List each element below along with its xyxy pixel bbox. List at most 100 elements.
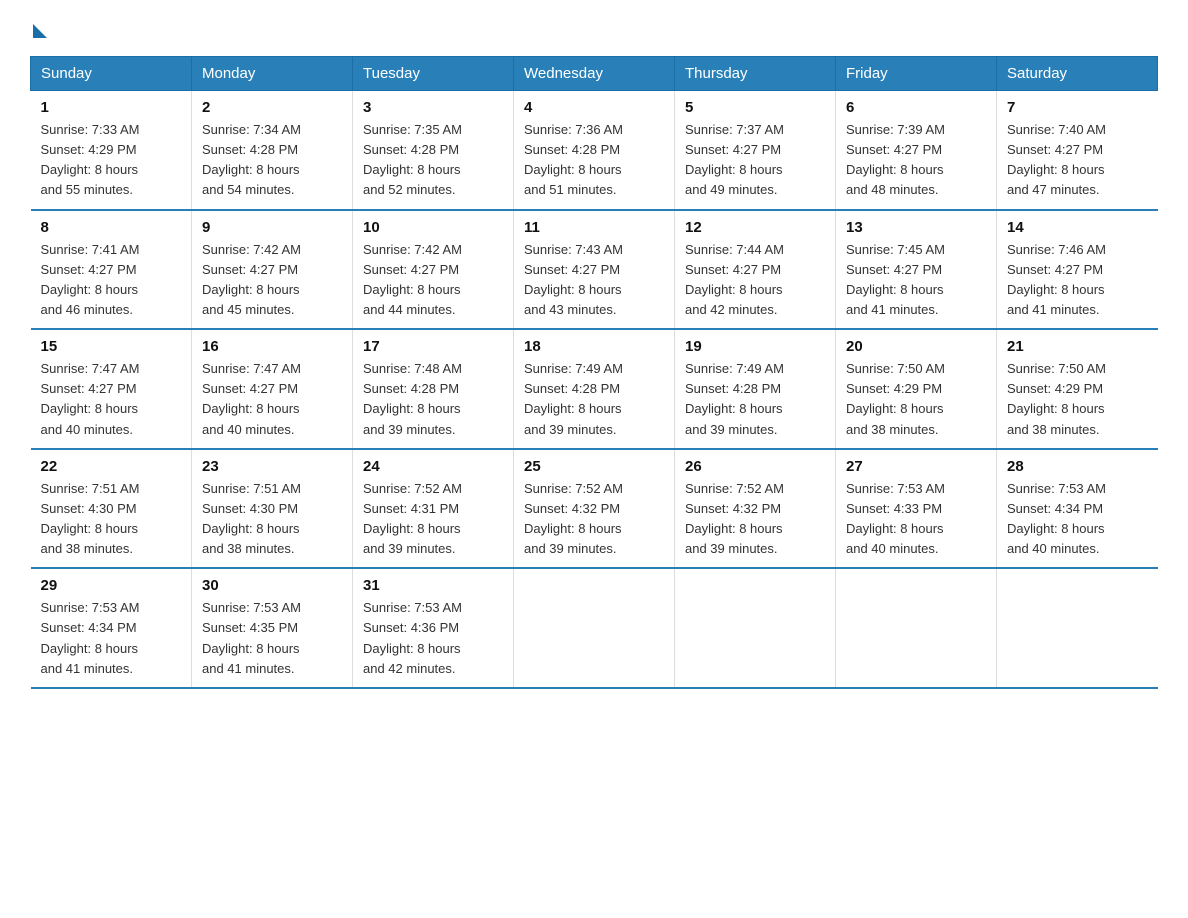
day-info: Sunrise: 7:42 AMSunset: 4:27 PMDaylight:… [202, 240, 342, 321]
calendar-cell: 9 Sunrise: 7:42 AMSunset: 4:27 PMDaylight… [192, 210, 353, 330]
calendar-cell: 18Sunrise: 7:49 AMSunset: 4:28 PMDayligh… [514, 329, 675, 449]
calendar-cell: 10Sunrise: 7:42 AMSunset: 4:27 PMDayligh… [353, 210, 514, 330]
calendar-cell: 11 Sunrise: 7:43 AMSunset: 4:27 PMDayligh… [514, 210, 675, 330]
calendar-cell: 5 Sunrise: 7:37 AMSunset: 4:27 PMDaylight… [675, 91, 836, 210]
day-info: Sunrise: 7:52 AMSunset: 4:32 PMDaylight:… [524, 479, 664, 560]
logo [30, 20, 47, 38]
day-number: 1 [41, 99, 182, 116]
calendar-cell: 12 Sunrise: 7:44 AMSunset: 4:27 PMDayligh… [675, 210, 836, 330]
day-number: 14 [1007, 219, 1148, 236]
calendar-cell: 2 Sunrise: 7:34 AMSunset: 4:28 PMDaylight… [192, 91, 353, 210]
day-number: 18 [524, 338, 664, 355]
day-number: 15 [41, 338, 182, 355]
weekday-row: SundayMondayTuesdayWednesdayThursdayFrid… [31, 57, 1158, 91]
day-info: Sunrise: 7:34 AMSunset: 4:28 PMDaylight:… [202, 120, 342, 201]
day-info: Sunrise: 7:35 AMSunset: 4:28 PMDaylight:… [363, 120, 503, 201]
calendar-cell: 14 Sunrise: 7:46 AMSunset: 4:27 PMDayligh… [997, 210, 1158, 330]
day-number: 24 [363, 458, 503, 475]
day-info: Sunrise: 7:53 AMSunset: 4:36 PMDaylight:… [363, 598, 503, 679]
calendar-cell: 3 Sunrise: 7:35 AMSunset: 4:28 PMDaylight… [353, 91, 514, 210]
calendar-cell: 7 Sunrise: 7:40 AMSunset: 4:27 PMDaylight… [997, 91, 1158, 210]
day-info: Sunrise: 7:49 AMSunset: 4:28 PMDaylight:… [685, 359, 825, 440]
day-number: 22 [41, 458, 182, 475]
day-info: Sunrise: 7:52 AMSunset: 4:31 PMDaylight:… [363, 479, 503, 560]
day-number: 7 [1007, 99, 1148, 116]
calendar-cell: 30 Sunrise: 7:53 AMSunset: 4:35 PMDayligh… [192, 568, 353, 688]
calendar-cell: 1 Sunrise: 7:33 AMSunset: 4:29 PMDaylight… [31, 91, 192, 210]
day-number: 13 [846, 219, 986, 236]
day-info: Sunrise: 7:48 AMSunset: 4:28 PMDaylight:… [363, 359, 503, 440]
calendar-cell: 25Sunrise: 7:52 AMSunset: 4:32 PMDayligh… [514, 449, 675, 569]
day-info: Sunrise: 7:45 AMSunset: 4:27 PMDaylight:… [846, 240, 986, 321]
weekday-header-monday: Monday [192, 57, 353, 91]
day-info: Sunrise: 7:41 AMSunset: 4:27 PMDaylight:… [41, 240, 182, 321]
calendar-cell [675, 568, 836, 688]
page-header [30, 20, 1158, 38]
calendar-week-row: 1 Sunrise: 7:33 AMSunset: 4:29 PMDaylight… [31, 91, 1158, 210]
day-info: Sunrise: 7:36 AMSunset: 4:28 PMDaylight:… [524, 120, 664, 201]
day-number: 3 [363, 99, 503, 116]
day-number: 9 [202, 219, 342, 236]
day-number: 31 [363, 577, 503, 594]
calendar-week-row: 29Sunrise: 7:53 AMSunset: 4:34 PMDayligh… [31, 568, 1158, 688]
calendar-cell: 26Sunrise: 7:52 AMSunset: 4:32 PMDayligh… [675, 449, 836, 569]
day-info: Sunrise: 7:39 AMSunset: 4:27 PMDaylight:… [846, 120, 986, 201]
calendar-week-row: 22 Sunrise: 7:51 AMSunset: 4:30 PMDayligh… [31, 449, 1158, 569]
weekday-header-friday: Friday [836, 57, 997, 91]
day-number: 16 [202, 338, 342, 355]
day-number: 17 [363, 338, 503, 355]
calendar-cell: 22 Sunrise: 7:51 AMSunset: 4:30 PMDayligh… [31, 449, 192, 569]
calendar-cell: 13 Sunrise: 7:45 AMSunset: 4:27 PMDayligh… [836, 210, 997, 330]
day-info: Sunrise: 7:47 AMSunset: 4:27 PMDaylight:… [41, 359, 182, 440]
calendar-table: SundayMondayTuesdayWednesdayThursdayFrid… [30, 56, 1158, 689]
day-number: 11 [524, 219, 664, 236]
calendar-header: SundayMondayTuesdayWednesdayThursdayFrid… [31, 57, 1158, 91]
weekday-header-thursday: Thursday [675, 57, 836, 91]
calendar-body: 1 Sunrise: 7:33 AMSunset: 4:29 PMDaylight… [31, 91, 1158, 688]
calendar-week-row: 8Sunrise: 7:41 AMSunset: 4:27 PMDaylight… [31, 210, 1158, 330]
weekday-header-tuesday: Tuesday [353, 57, 514, 91]
day-number: 23 [202, 458, 342, 475]
calendar-cell: 6 Sunrise: 7:39 AMSunset: 4:27 PMDaylight… [836, 91, 997, 210]
calendar-cell: 27 Sunrise: 7:53 AMSunset: 4:33 PMDayligh… [836, 449, 997, 569]
day-number: 30 [202, 577, 342, 594]
calendar-cell: 17 Sunrise: 7:48 AMSunset: 4:28 PMDayligh… [353, 329, 514, 449]
day-info: Sunrise: 7:37 AMSunset: 4:27 PMDaylight:… [685, 120, 825, 201]
calendar-cell: 8Sunrise: 7:41 AMSunset: 4:27 PMDaylight… [31, 210, 192, 330]
day-number: 4 [524, 99, 664, 116]
day-number: 6 [846, 99, 986, 116]
day-info: Sunrise: 7:46 AMSunset: 4:27 PMDaylight:… [1007, 240, 1148, 321]
calendar-cell: 31 Sunrise: 7:53 AMSunset: 4:36 PMDayligh… [353, 568, 514, 688]
calendar-cell [836, 568, 997, 688]
day-info: Sunrise: 7:53 AMSunset: 4:35 PMDaylight:… [202, 598, 342, 679]
calendar-cell [997, 568, 1158, 688]
day-info: Sunrise: 7:53 AMSunset: 4:34 PMDaylight:… [1007, 479, 1148, 560]
day-info: Sunrise: 7:51 AMSunset: 4:30 PMDaylight:… [202, 479, 342, 560]
day-number: 5 [685, 99, 825, 116]
logo-arrow-icon [33, 24, 47, 38]
day-info: Sunrise: 7:53 AMSunset: 4:33 PMDaylight:… [846, 479, 986, 560]
day-number: 10 [363, 219, 503, 236]
day-info: Sunrise: 7:44 AMSunset: 4:27 PMDaylight:… [685, 240, 825, 321]
calendar-cell: 29Sunrise: 7:53 AMSunset: 4:34 PMDayligh… [31, 568, 192, 688]
day-info: Sunrise: 7:40 AMSunset: 4:27 PMDaylight:… [1007, 120, 1148, 201]
weekday-header-saturday: Saturday [997, 57, 1158, 91]
calendar-cell: 21 Sunrise: 7:50 AMSunset: 4:29 PMDayligh… [997, 329, 1158, 449]
calendar-cell: 20Sunrise: 7:50 AMSunset: 4:29 PMDayligh… [836, 329, 997, 449]
day-number: 21 [1007, 338, 1148, 355]
day-number: 26 [685, 458, 825, 475]
day-info: Sunrise: 7:33 AMSunset: 4:29 PMDaylight:… [41, 120, 182, 201]
calendar-cell: 24 Sunrise: 7:52 AMSunset: 4:31 PMDayligh… [353, 449, 514, 569]
calendar-cell: 23 Sunrise: 7:51 AMSunset: 4:30 PMDayligh… [192, 449, 353, 569]
day-number: 28 [1007, 458, 1148, 475]
day-number: 19 [685, 338, 825, 355]
day-number: 12 [685, 219, 825, 236]
day-info: Sunrise: 7:43 AMSunset: 4:27 PMDaylight:… [524, 240, 664, 321]
day-number: 27 [846, 458, 986, 475]
day-info: Sunrise: 7:50 AMSunset: 4:29 PMDaylight:… [1007, 359, 1148, 440]
day-info: Sunrise: 7:51 AMSunset: 4:30 PMDaylight:… [41, 479, 182, 560]
day-number: 29 [41, 577, 182, 594]
weekday-header-sunday: Sunday [31, 57, 192, 91]
day-number: 2 [202, 99, 342, 116]
day-number: 20 [846, 338, 986, 355]
